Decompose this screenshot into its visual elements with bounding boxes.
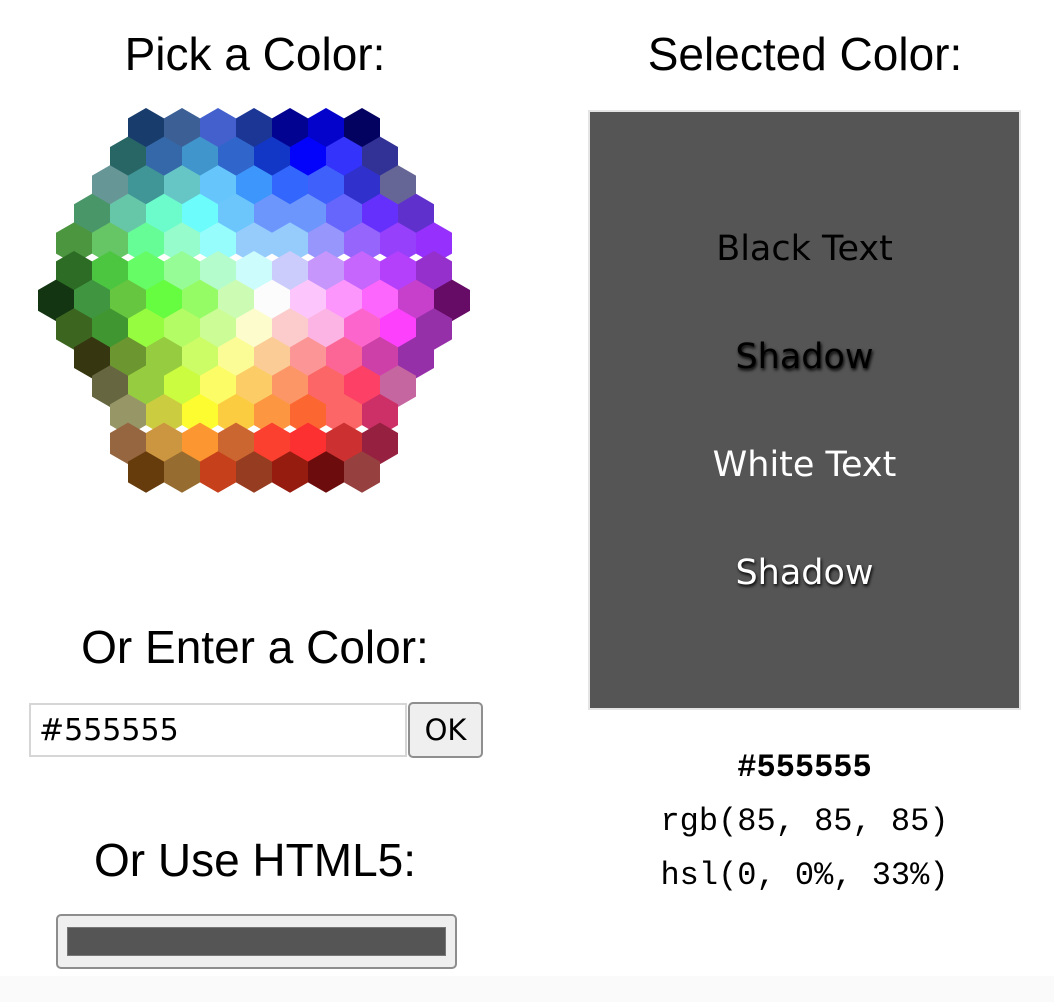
white-text-sample: White Text	[712, 445, 897, 485]
color-hex-input[interactable]	[29, 703, 407, 757]
enter-color-heading: Or Enter a Color:	[81, 621, 429, 673]
hex-value: #555555	[737, 749, 872, 786]
html5-heading: Or Use HTML5:	[93, 834, 417, 886]
selected-color-preview: Black Text Shadow White Text Shadow	[588, 110, 1021, 710]
black-shadow-sample: Shadow	[735, 337, 874, 377]
pick-color-heading: Pick a Color:	[124, 28, 386, 80]
black-text-sample: Black Text	[716, 229, 893, 269]
html5-color-picker[interactable]	[56, 914, 457, 969]
hsl-value: hsl(0, 0%, 33%)	[660, 857, 949, 894]
hexagon-color-map[interactable]	[14, 106, 494, 516]
ok-button[interactable]: OK	[408, 702, 483, 758]
rgb-value: rgb(85, 85, 85)	[660, 803, 949, 840]
white-shadow-sample: Shadow	[735, 553, 874, 593]
html5-color-swatch	[67, 927, 446, 956]
selected-color-heading: Selected Color:	[647, 28, 963, 80]
page-bottom-strip	[0, 976, 1054, 1002]
